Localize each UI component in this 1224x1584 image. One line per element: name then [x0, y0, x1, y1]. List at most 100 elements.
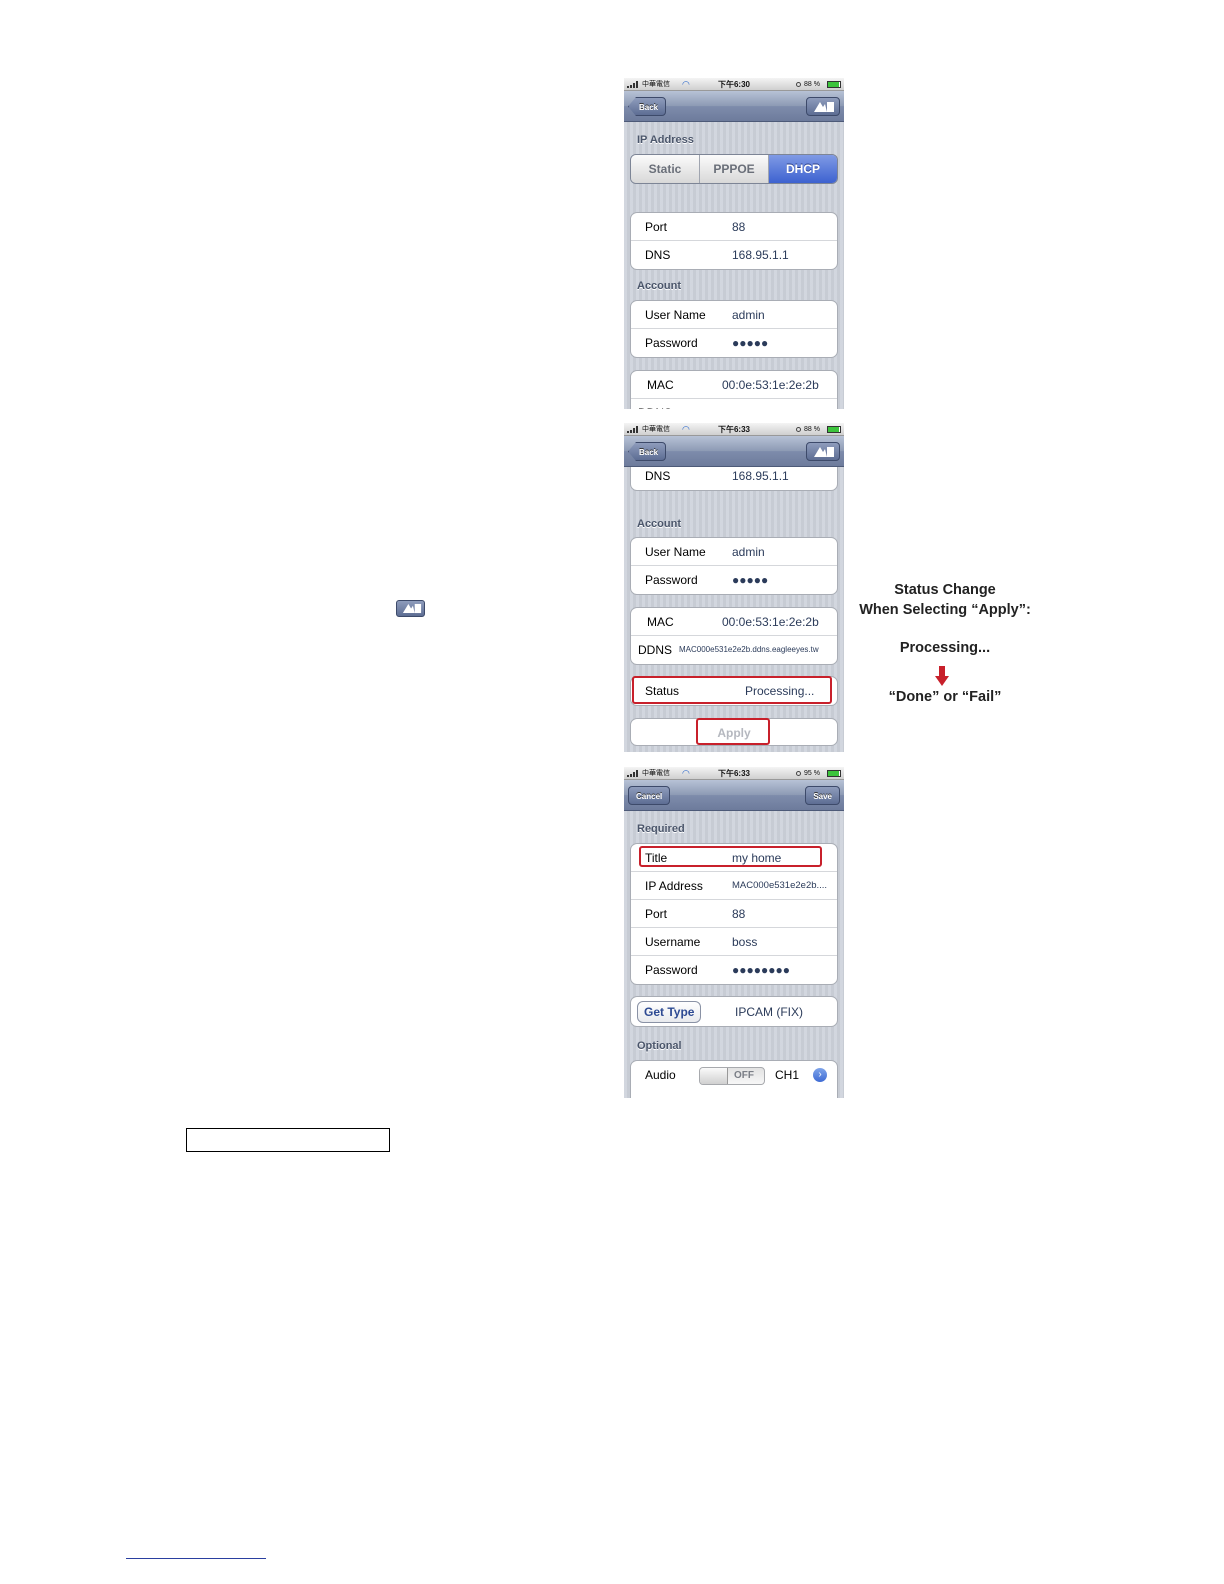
- password-value: ●●●●●: [732, 573, 769, 587]
- ip-address-row[interactable]: IP Address MAC000e531e2e2b....: [631, 872, 837, 900]
- username-label: User Name: [645, 308, 706, 322]
- ddns-row: DDNS: [631, 399, 837, 409]
- battery-icon: [827, 770, 841, 777]
- password-label: Password: [645, 573, 698, 587]
- book-icon: [402, 603, 422, 614]
- mac-row: MAC 00:0e:53:1e:2e:2b: [631, 371, 837, 399]
- audio-row: Audio OFF CH1 ›: [631, 1061, 837, 1089]
- password-value: ●●●●●●●●: [732, 963, 790, 977]
- wifi-icon: ◠: [682, 424, 690, 434]
- battery-icon: [827, 81, 841, 88]
- username-row[interactable]: Username boss: [631, 928, 837, 956]
- wifi-icon: ◠: [682, 768, 690, 778]
- eagleeyes-button[interactable]: [806, 442, 840, 461]
- mac-label: MAC: [647, 378, 674, 392]
- password-label: Password: [645, 963, 698, 977]
- mac-label: MAC: [647, 615, 674, 629]
- mac-value: 00:0e:53:1e:2e:2b: [722, 378, 819, 392]
- segment-pppoe[interactable]: PPPOE: [700, 155, 769, 183]
- status-bar: 中華電信 ◠ 下午6:30 88 %: [624, 78, 844, 91]
- ip-address-value: MAC000e531e2e2b....: [732, 880, 828, 891]
- password-value: ●●●●●: [732, 336, 769, 350]
- clock: 下午6:30: [717, 80, 750, 89]
- required-section-title: Required: [637, 823, 685, 835]
- signal-icon: [627, 770, 640, 777]
- ddns-label: DDNS: [638, 643, 673, 657]
- device-type-value: IPCAM (FIX): [735, 1005, 803, 1019]
- title-row[interactable]: Title my home: [631, 844, 837, 872]
- ddns-row: DDNS MAC000e531e2e2b.ddns.eagleeyes.tw: [631, 636, 837, 664]
- add-device-screen: 中華電信 ◠ 下午6:33 95 % Cancel Save Required …: [624, 767, 844, 1098]
- mac-ddns-group: MAC 00:0e:53:1e:2e:2b DDNS MAC000e531e2e…: [630, 607, 838, 665]
- carrier-label: 中華電信: [642, 81, 670, 88]
- signal-icon: [627, 81, 640, 88]
- port-dns-group: Port 88 DNS 168.95.1.1: [630, 212, 838, 270]
- mac-value: 00:0e:53:1e:2e:2b: [722, 615, 819, 629]
- network-settings-screen: 中華電信 ◠ 下午6:30 88 % Back IP Address Stati…: [624, 78, 844, 409]
- required-group: Title my home IP Address MAC000e531e2e2b…: [630, 843, 838, 985]
- dns-row[interactable]: DNS 168.95.1.1: [631, 241, 837, 269]
- port-row[interactable]: Port 88: [631, 213, 837, 241]
- status-row: Status Processing...: [631, 677, 837, 705]
- arrow-down-icon: [935, 666, 949, 686]
- port-label: Port: [645, 907, 668, 921]
- annotation-result: “Done” or “Fail”: [888, 689, 1002, 705]
- username-value: boss: [732, 935, 758, 949]
- audio-channel: CH1: [775, 1068, 800, 1082]
- port-label: Port: [645, 220, 668, 234]
- audio-label: Audio: [645, 1068, 676, 1082]
- username-row[interactable]: User Name admin: [631, 538, 837, 566]
- type-group: Get Type IPCAM (FIX): [630, 996, 838, 1027]
- signal-icon: [627, 426, 640, 433]
- get-type-button[interactable]: Get Type: [637, 1001, 702, 1023]
- clock: 下午6:33: [717, 425, 750, 434]
- navigation-bar: Back: [624, 436, 844, 467]
- port-row[interactable]: Port 88: [631, 900, 837, 928]
- eagleeyes-button[interactable]: [806, 97, 840, 116]
- status-label: Status: [645, 684, 680, 698]
- password-label: Password: [645, 336, 698, 350]
- audio-toggle-state: OFF: [734, 1070, 754, 1081]
- carrier-label: 中華電信: [642, 770, 670, 777]
- mac-row: MAC 00:0e:53:1e:2e:2b: [631, 608, 837, 636]
- battery-percent: 95 %: [804, 770, 820, 777]
- username-value: admin: [732, 308, 765, 322]
- segment-dhcp[interactable]: DHCP: [769, 155, 837, 183]
- title-value: my home: [732, 851, 782, 865]
- rotation-lock-icon: [796, 82, 801, 87]
- ddns-label: DDNS: [638, 399, 672, 409]
- account-group: User Name admin Password ●●●●●: [630, 537, 838, 595]
- username-row[interactable]: User Name admin: [631, 301, 837, 329]
- status-bar: 中華電信 ◠ 下午6:33 95 %: [624, 767, 844, 780]
- navigation-bar: Cancel Save: [624, 780, 844, 811]
- navigation-bar: Back: [624, 91, 844, 122]
- ip-mode-segmented-control: Static PPPOE DHCP: [630, 154, 838, 184]
- annotation-line1: Status Change: [894, 582, 996, 598]
- username-value: admin: [732, 545, 765, 559]
- optional-group: Audio OFF CH1 ›: [630, 1060, 838, 1098]
- dns-label: DNS: [645, 248, 671, 262]
- footer-rule: [126, 1558, 266, 1559]
- password-row[interactable]: Password ●●●●●●●●: [631, 956, 837, 984]
- rotation-lock-icon: [796, 427, 801, 432]
- password-row[interactable]: Password ●●●●●: [631, 329, 837, 357]
- status-value: Processing...: [745, 684, 815, 698]
- ip-address-section-title: IP Address: [637, 134, 694, 146]
- annotation-processing: Processing...: [899, 640, 991, 656]
- apply-button[interactable]: Apply: [630, 718, 838, 746]
- empty-box: [186, 1128, 390, 1152]
- cancel-button[interactable]: Cancel: [628, 786, 671, 805]
- audio-toggle[interactable]: OFF: [699, 1067, 765, 1085]
- password-row[interactable]: Password ●●●●●: [631, 566, 837, 594]
- battery-icon: [827, 426, 841, 433]
- segment-static[interactable]: Static: [631, 155, 700, 183]
- save-button[interactable]: Save: [805, 786, 840, 805]
- back-button[interactable]: Back: [628, 442, 667, 461]
- username-label: User Name: [645, 545, 706, 559]
- back-button[interactable]: Back: [628, 97, 667, 116]
- carrier-label: 中華電信: [642, 426, 670, 433]
- chevron-right-icon[interactable]: ›: [813, 1068, 827, 1082]
- network-apply-screen: 中華電信 ◠ 下午6:33 88 % Back DNS 168.95.1.1 A…: [624, 423, 844, 752]
- account-section-title: Account: [637, 518, 681, 530]
- wifi-icon: ◠: [682, 79, 690, 89]
